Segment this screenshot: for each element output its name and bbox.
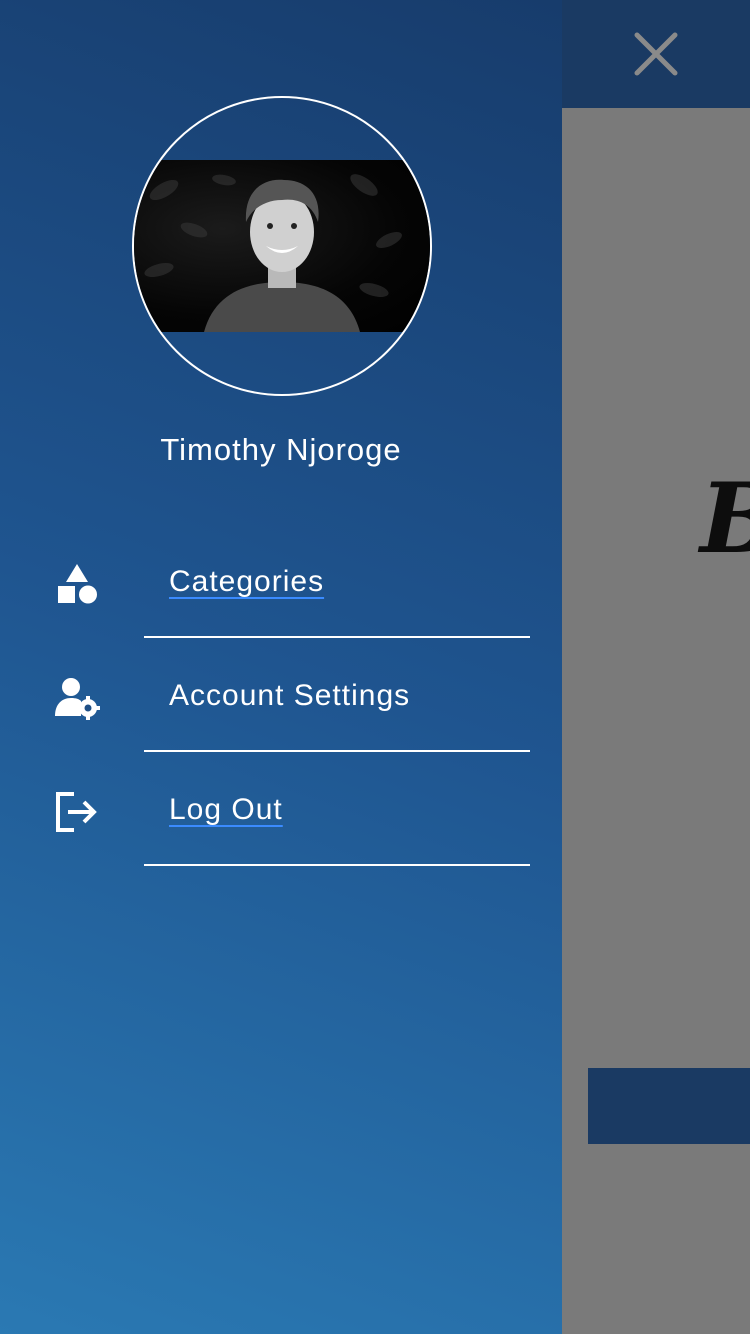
menu-item-categories[interactable]: Categories bbox=[0, 524, 562, 638]
close-icon bbox=[634, 32, 678, 76]
logout-icon bbox=[56, 792, 97, 832]
background-action-button bbox=[588, 1068, 750, 1144]
user-name: Timothy Njoroge bbox=[160, 432, 402, 467]
navigation-drawer: Timothy Njoroge Categories Account Setti… bbox=[0, 0, 562, 1334]
profile-photo bbox=[134, 160, 430, 332]
drawer-menu: Categories Account Settings Log Out bbox=[0, 524, 562, 866]
app-screen: B bbox=[0, 0, 750, 1334]
profile-avatar[interactable] bbox=[132, 96, 432, 396]
user-cog-icon bbox=[55, 678, 100, 720]
person-photo-icon bbox=[144, 174, 402, 332]
background-heading: B bbox=[700, 462, 750, 575]
menu-divider bbox=[144, 864, 530, 866]
shapes-icon bbox=[58, 564, 97, 604]
close-drawer-button[interactable] bbox=[624, 22, 688, 86]
menu-item-label: Account Settings bbox=[169, 679, 411, 712]
menu-item-label: Log Out bbox=[169, 793, 283, 826]
menu-item-log-out[interactable]: Log Out bbox=[0, 752, 562, 866]
menu-item-account-settings[interactable]: Account Settings bbox=[0, 638, 562, 752]
menu-item-label: Categories bbox=[169, 565, 325, 598]
